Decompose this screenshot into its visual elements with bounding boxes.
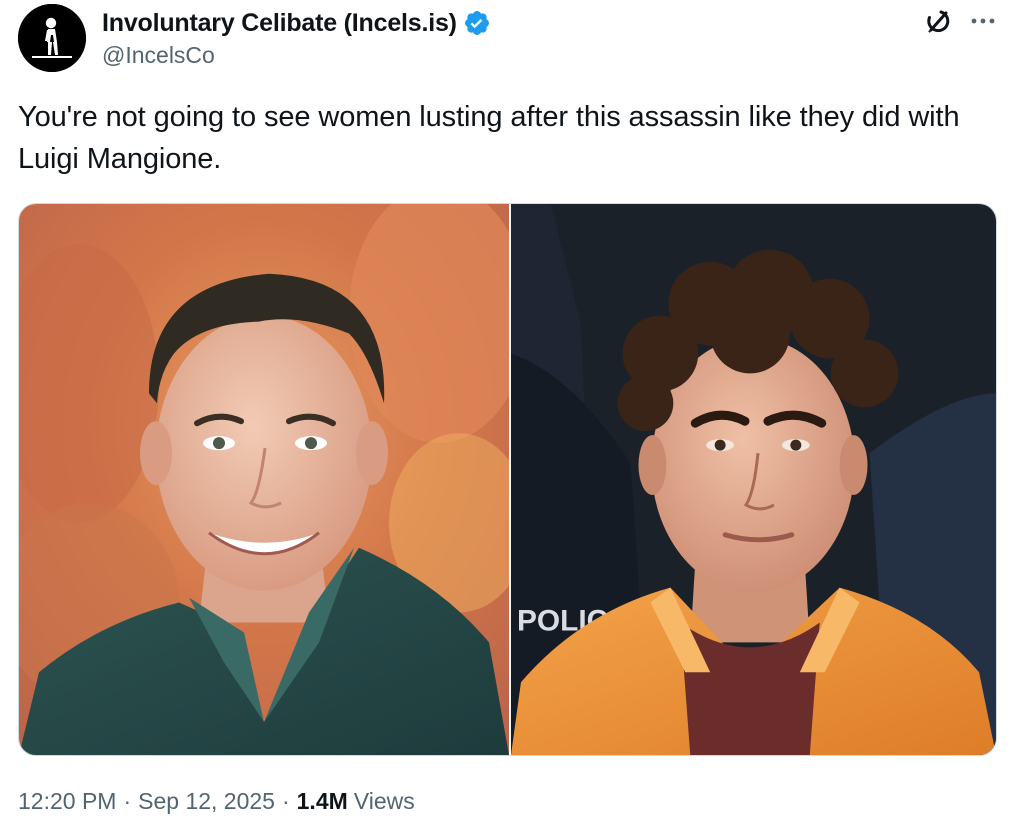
verified-badge-icon[interactable] [463,9,491,37]
portrait-photo-left [19,204,509,755]
portrait-photo-right: POLIC [511,204,996,755]
author-display-name[interactable]: Involuntary Celibate (Incels.is) [102,9,457,38]
more-options-icon[interactable] [968,10,998,32]
tweet-timestamp-time[interactable]: 12:20 PM [18,788,116,815]
media-photo-right[interactable]: POLIC [511,204,996,755]
author-handle[interactable]: @IncelsCo [102,42,215,69]
tweet-timestamp-date[interactable]: Sep 12, 2025 [138,788,275,815]
author-name-row: Involuntary Celibate (Incels.is) [102,6,491,40]
man-silhouette-icon [18,4,86,72]
grok-icon[interactable] [920,4,954,38]
views-label: Views [353,788,415,814]
tweet-meta: 12:20 PM · Sep 12, 2025 · 1.4M Views [18,788,415,815]
views-count: 1.4M [296,788,348,814]
avatar[interactable] [18,4,86,72]
media-grid[interactable]: POLIC [18,203,997,756]
meta-separator: · [281,788,290,814]
tweet-text: You're not going to see women lusting af… [18,101,960,175]
meta-separator: · [123,788,132,814]
media-photo-left[interactable] [19,204,509,755]
